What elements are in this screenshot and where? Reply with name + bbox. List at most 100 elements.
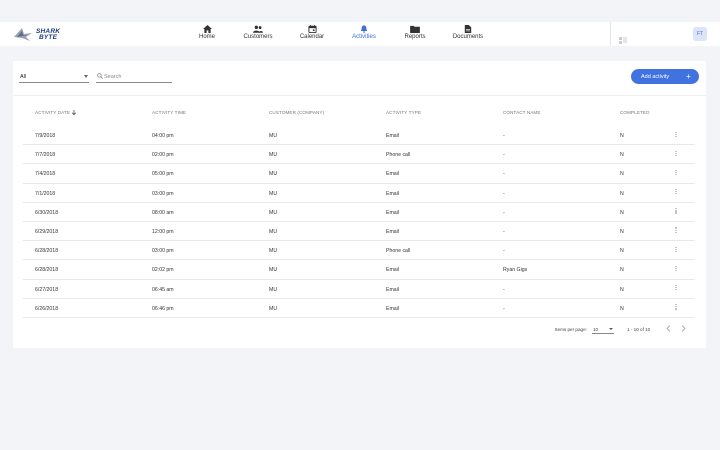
nav-reports[interactable]: Reports: [395, 25, 435, 40]
cell-activity-time: 06:45 am: [152, 286, 174, 293]
table-row[interactable]: 7/9/2018 04:00 pm MU Email - N: [23, 126, 695, 146]
cell-contact-name: -: [503, 152, 505, 159]
cell-activity-date: 7/9/2018: [35, 133, 56, 139]
more-options-icon[interactable]: [674, 265, 678, 274]
table-row[interactable]: 6/28/2018 02:02 pm MU Email Ryan Gigs N: [23, 260, 695, 280]
table-row[interactable]: 7/4/2018 05:00 pm MU Email - N: [23, 164, 695, 184]
column-header-activity-date[interactable]: ACTIVITY DATE: [35, 110, 77, 115]
more-options-icon[interactable]: [674, 150, 678, 159]
nav-documents-label: Documents: [452, 34, 484, 40]
header-divider: [610, 22, 611, 46]
column-header-activity-type[interactable]: ACTIVITY TYPE: [386, 110, 421, 115]
cell-completed: N: [620, 152, 624, 159]
search-input[interactable]: [104, 72, 170, 81]
cell-customer: MU: [269, 209, 278, 216]
more-options-icon[interactable]: [674, 208, 678, 216]
more-options-icon[interactable]: [674, 227, 678, 235]
items-per-page-value: 10: [593, 327, 599, 332]
next-page-button[interactable]: [681, 325, 686, 333]
nav-customers[interactable]: Customers: [238, 25, 278, 40]
shark-byte-logo[interactable]: SHARK BYTE: [12, 25, 60, 43]
previous-page-button[interactable]: [666, 325, 671, 333]
plus-icon: +: [686, 71, 691, 81]
calendar-icon: [307, 25, 317, 33]
nav-calendar[interactable]: Calendar: [292, 25, 332, 40]
column-header-activity-time[interactable]: ACTIVITY TIME: [152, 110, 186, 115]
column-header-customer[interactable]: CUSTOMER (COMPANY): [269, 110, 324, 115]
cell-activity-type: Email: [386, 171, 399, 178]
nav-reports-label: Reports: [404, 34, 426, 40]
cell-customer: MU: [269, 171, 278, 178]
cell-activity-date: 7/4/2018: [35, 171, 56, 178]
more-options-icon[interactable]: [674, 246, 678, 255]
more-options-icon[interactable]: [674, 169, 678, 178]
table-row[interactable]: 6/26/2018 06:46 pm MU Email - N: [23, 299, 695, 318]
cell-activity-type: Email: [386, 267, 399, 274]
cell-contact-name: -: [503, 171, 505, 178]
nav-documents[interactable]: Documents: [448, 25, 488, 40]
cell-activity-type: Email: [386, 209, 399, 216]
cell-customer: MU: [269, 190, 278, 197]
search-icon: [97, 73, 103, 79]
user-avatar[interactable]: FT: [693, 27, 707, 41]
nav-home-label: Home: [198, 34, 215, 40]
sort-descending-icon: [72, 110, 77, 115]
cell-activity-time: 03:00 pm: [152, 248, 174, 255]
activities-table: ACTIVITY DATE ACTIVITY TIME CUSTOMER (CO…: [23, 101, 695, 318]
cell-customer: MU: [269, 267, 278, 274]
cell-activity-type: Phone call: [386, 152, 411, 159]
logo-line2: BYTE: [39, 34, 58, 41]
add-activity-button[interactable]: Add activity +: [631, 69, 699, 84]
chevron-right-icon: [681, 325, 686, 332]
cell-contact-name: -: [503, 209, 505, 216]
cell-completed: N: [620, 133, 624, 139]
cell-completed: N: [620, 267, 624, 274]
table-row[interactable]: 6/29/2018 12:00 pm MU Email - N: [23, 222, 695, 242]
table-row[interactable]: 7/7/2018 02:00 pm MU Phone call - N: [23, 145, 695, 165]
activity-filter-select[interactable]: All: [19, 70, 89, 83]
cell-contact-name: -: [503, 286, 505, 293]
cell-activity-type: Email: [386, 305, 399, 312]
more-options-icon[interactable]: [674, 189, 678, 197]
cell-contact-name: -: [503, 133, 505, 139]
column-header-label: ACTIVITY DATE: [35, 110, 71, 115]
table-row[interactable]: 6/28/2018 03:00 pm MU Phone call - N: [23, 241, 695, 261]
chevron-left-icon: [666, 325, 671, 332]
table-row[interactable]: 6/30/2018 08:00 am MU Email - N: [23, 203, 695, 222]
cell-contact-name: -: [503, 248, 505, 255]
cell-completed: N: [620, 171, 624, 178]
cell-activity-date: 6/28/2018: [35, 248, 59, 255]
cell-activity-type: Email: [386, 133, 399, 139]
top-strip: [0, 0, 720, 22]
cell-activity-time: 06:46 pm: [152, 305, 174, 312]
cell-activity-date: 6/30/2018: [35, 209, 59, 216]
cell-activity-type: Email: [386, 228, 399, 235]
cell-activity-date: 7/7/2018: [35, 152, 56, 159]
nav-activities[interactable]: Activities: [344, 25, 384, 40]
more-options-icon[interactable]: [674, 131, 678, 140]
cell-completed: N: [620, 209, 624, 216]
table-row[interactable]: 7/1/2018 03:00 pm MU Email - N: [23, 184, 695, 203]
column-header-completed[interactable]: COMPLETED: [620, 110, 650, 115]
cell-activity-type: Phone call: [386, 248, 411, 255]
cell-activity-time: 02:00 pm: [152, 152, 174, 159]
bell-icon: [360, 25, 368, 33]
cell-contact-name: -: [503, 190, 505, 197]
search-field[interactable]: [96, 70, 172, 83]
cell-customer: MU: [269, 286, 278, 293]
more-options-icon[interactable]: [674, 285, 678, 293]
folder-icon: [410, 25, 420, 33]
cell-activity-type: Email: [386, 286, 399, 293]
activities-card: All Add activity + ACTIVITY DATE ACTIVIT…: [13, 61, 706, 348]
items-per-page-label: Items per page:: [555, 327, 587, 332]
more-options-icon[interactable]: [674, 304, 678, 312]
table-header: ACTIVITY DATE ACTIVITY TIME CUSTOMER (CO…: [23, 101, 695, 126]
items-per-page-select[interactable]: 10: [592, 324, 614, 334]
page-range: 1 - 10 of 10: [627, 327, 651, 332]
cell-activity-date: 6/26/2018: [35, 305, 59, 312]
column-header-contact-name[interactable]: CONTACT NAME: [503, 110, 541, 115]
apps-menu-icon[interactable]: [619, 31, 627, 49]
table-row[interactable]: 6/27/2018 06:45 am MU Email - N: [23, 280, 695, 299]
nav-home[interactable]: Home: [187, 25, 227, 40]
cell-completed: N: [620, 228, 624, 235]
